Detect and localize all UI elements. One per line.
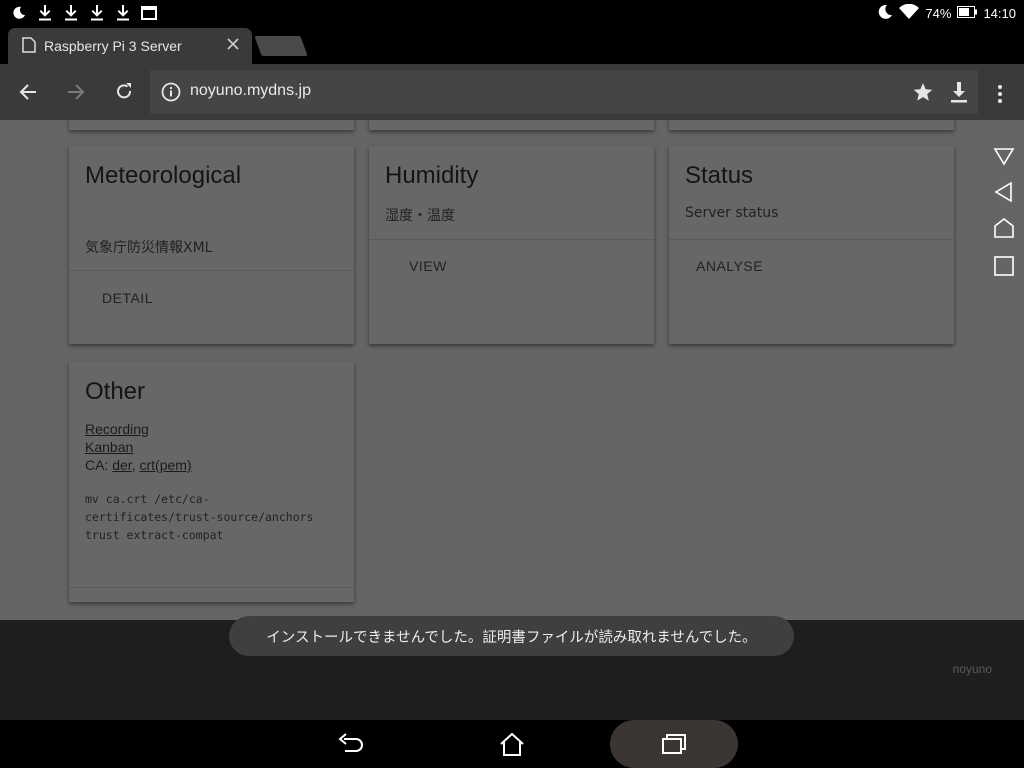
card-title: Humidity [385, 162, 479, 189]
back-button[interactable] [14, 78, 42, 106]
recording-link[interactable]: Recording [85, 420, 192, 438]
card-meteorological: Meteorological 気象庁防災情報XML DETAIL [69, 146, 354, 344]
reload-icon [117, 83, 132, 99]
download-notification-icon [88, 4, 106, 22]
card-title: Other [85, 378, 146, 405]
download-notification-icon [62, 4, 80, 22]
battery-percent: 74% [925, 6, 952, 21]
browser-tab[interactable]: Raspberry Pi 3 Server [8, 28, 252, 64]
other-links: Recording Kanban CA: der, crt(pem) [85, 420, 192, 474]
recents-icon [662, 734, 686, 754]
divider [69, 270, 354, 271]
image-notification-icon [140, 4, 158, 22]
ca-crt-link[interactable]: crt(pem) [139, 457, 191, 473]
overflow-menu-button[interactable] [988, 82, 1012, 106]
download-notification-icon [36, 4, 54, 22]
download-icon[interactable] [948, 80, 970, 104]
card-subtitle: Server status [685, 205, 779, 221]
browser-toolbar: noyuno.mydns.jp [0, 64, 1024, 120]
home-icon [500, 732, 524, 756]
triangle-down-icon[interactable] [992, 144, 1016, 168]
home-nav-button[interactable] [497, 730, 527, 760]
tab-title: Raspberry Pi 3 Server [44, 38, 182, 54]
card-other: Other Recording Kanban CA: der, crt(pem)… [69, 362, 354, 602]
url-text[interactable]: noyuno.mydns.jp [190, 82, 311, 100]
arrow-right-icon [68, 84, 85, 100]
analyse-button[interactable]: ANALYSE [696, 258, 763, 274]
card-status: Status Server status ANALYSE [669, 146, 954, 344]
card-title: Meteorological [85, 162, 242, 189]
do-not-disturb-icon [877, 4, 893, 23]
undo-arrow-icon [338, 733, 363, 752]
kanban-link[interactable]: Kanban [85, 438, 192, 456]
divider [669, 239, 954, 240]
new-tab-button[interactable] [254, 36, 308, 56]
battery-icon [957, 6, 978, 21]
more-vert-icon [998, 85, 1002, 103]
square-overview-icon[interactable] [992, 254, 1016, 278]
close-tab-icon[interactable] [224, 35, 242, 53]
clock-time: 14:10 [983, 6, 1016, 21]
card-subtitle: 湿度・温度 [385, 208, 455, 224]
card-partial [69, 120, 354, 130]
card-partial [369, 120, 654, 130]
footer-brand: noyuno [952, 662, 992, 676]
tab-strip: Raspberry Pi 3 Server [0, 28, 1024, 64]
detail-button[interactable]: DETAIL [102, 290, 153, 306]
home-outline-icon[interactable] [992, 216, 1016, 240]
toast-message: インストールできませんでした。証明書ファイルが読み取れませんでした。 [229, 616, 794, 656]
info-icon[interactable] [160, 81, 182, 103]
forward-button[interactable] [62, 78, 90, 106]
divider [369, 239, 654, 240]
recents-nav-button[interactable] [659, 730, 689, 760]
back-nav-button[interactable] [336, 730, 366, 760]
triangle-back-icon[interactable] [992, 180, 1016, 204]
reload-button[interactable] [110, 78, 138, 106]
card-subtitle: 気象庁防災情報XML [85, 240, 213, 256]
card-title: Status [685, 162, 754, 189]
address-bar[interactable]: noyuno.mydns.jp [150, 70, 978, 114]
document-icon [22, 37, 36, 53]
install-command: mv ca.crt /etc/ca- certificates/trust-so… [85, 492, 314, 542]
card-humidity: Humidity 湿度・温度 VIEW [369, 146, 654, 344]
download-notification-icon [114, 4, 132, 22]
view-button[interactable]: VIEW [409, 258, 447, 274]
system-nav-bar [0, 720, 1024, 768]
wifi-icon [899, 3, 920, 23]
page-content: Meteorological 気象庁防災情報XML DETAIL Humidit… [0, 120, 1024, 620]
divider [69, 587, 354, 588]
card-partial [669, 120, 954, 130]
ca-line: CA: der, crt(pem) [85, 456, 192, 474]
ca-der-link[interactable]: der [112, 457, 131, 473]
status-bar: 74% 14:10 [0, 0, 1024, 28]
bookmark-star-icon[interactable] [912, 81, 934, 103]
arrow-left-icon [19, 84, 36, 100]
ca-label: CA: [85, 457, 113, 473]
moon-icon [10, 4, 28, 22]
